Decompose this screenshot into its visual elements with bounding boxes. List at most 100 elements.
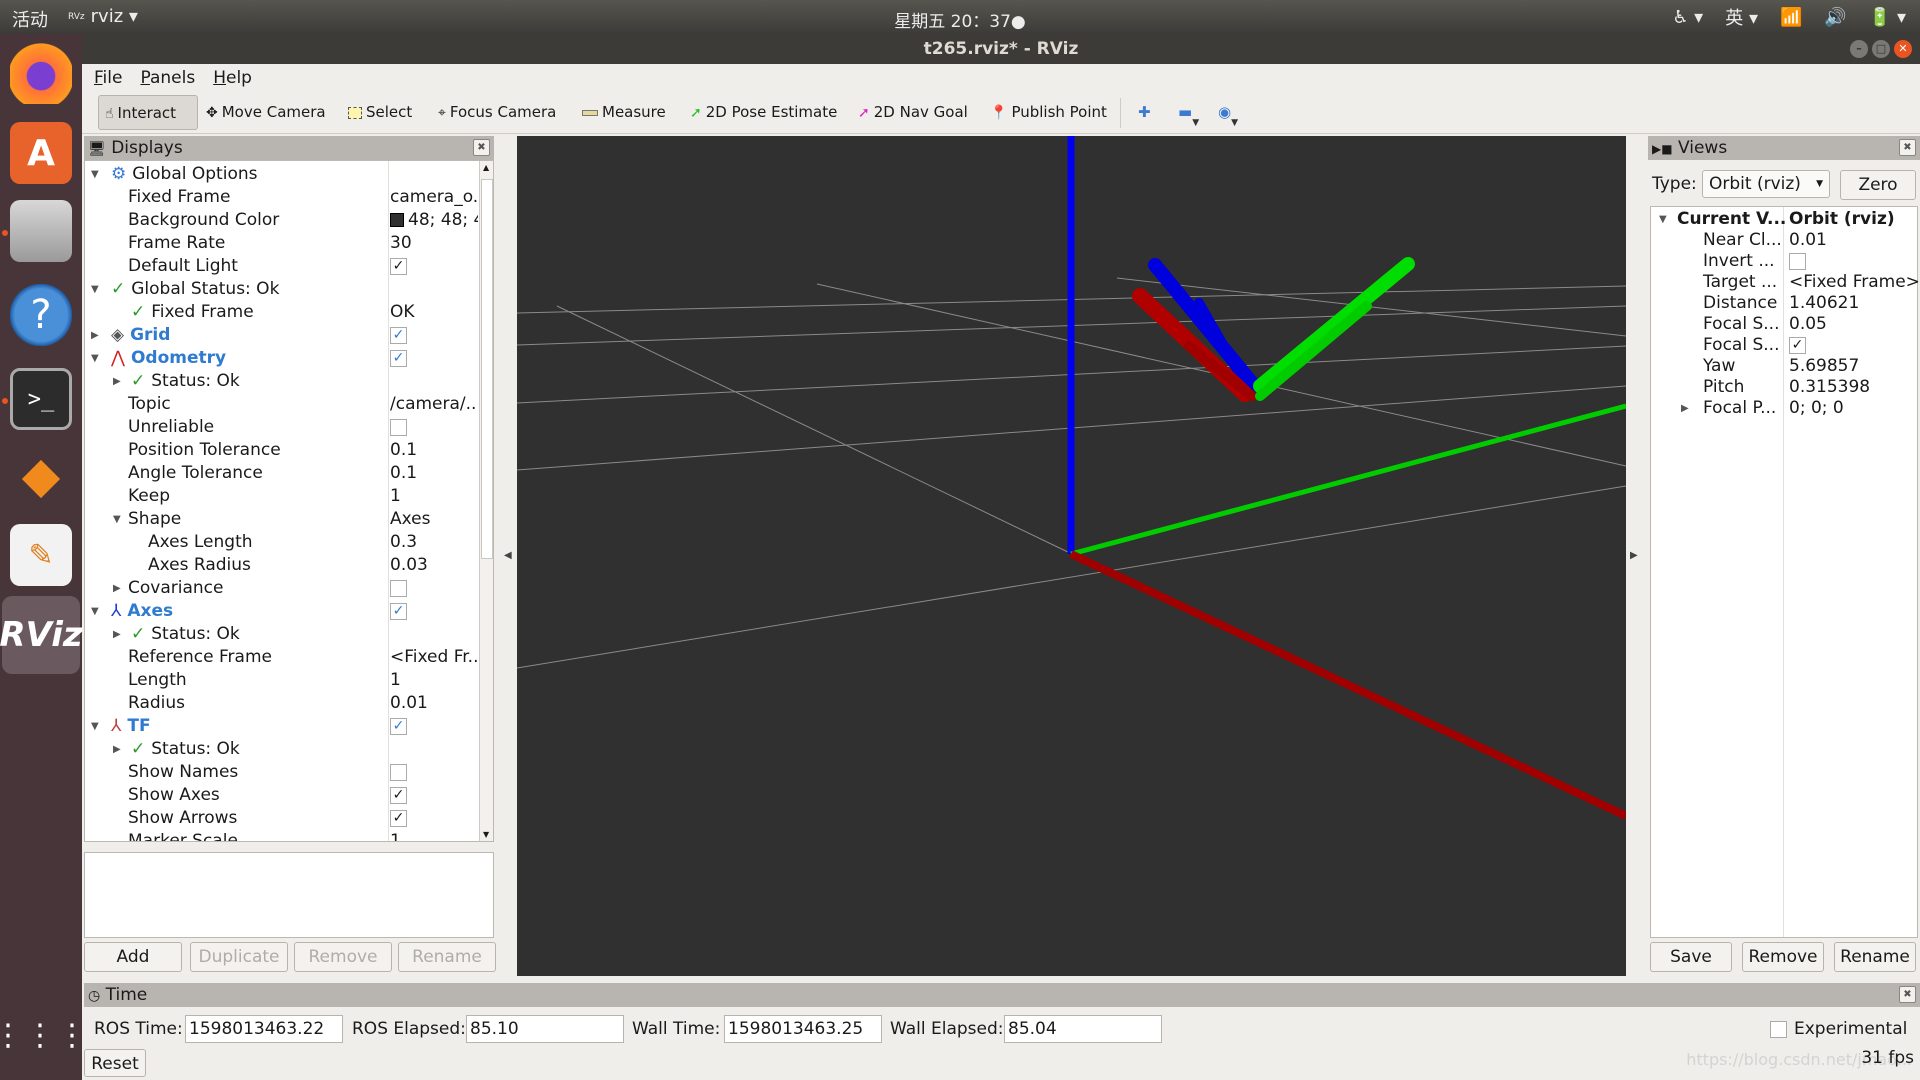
close-panel-button[interactable]: ✖	[473, 139, 490, 156]
view-type-select[interactable]: Orbit (rviz) ▼	[1702, 170, 1830, 198]
menu-panels[interactable]: Panels	[140, 68, 195, 88]
property-checkbox[interactable]	[390, 418, 407, 436]
add-display-button[interactable]: Add	[84, 942, 182, 972]
view-property-value[interactable]: 0.01	[1789, 230, 1827, 251]
view-property-value[interactable]: 0.05	[1789, 314, 1827, 335]
3d-viewport[interactable]	[517, 136, 1626, 976]
scroll-up-icon[interactable]: ▲	[483, 163, 489, 172]
collapse-arrow-icon[interactable]: ▼	[91, 163, 99, 186]
collapse-arrow-icon[interactable]: ▼	[113, 508, 121, 531]
display-row[interactable]: Unreliable	[85, 416, 479, 439]
display-row[interactable]: ▼ ⅄ Axes ✓	[85, 600, 479, 623]
display-row[interactable]: Radius 0.01	[85, 692, 479, 715]
maximize-button[interactable]: □	[1872, 40, 1890, 58]
wall-elapsed-field[interactable]: 85.04	[1004, 1015, 1162, 1043]
property-checkbox[interactable]: ✓	[390, 602, 407, 620]
experimental-checkbox[interactable]	[1770, 1021, 1787, 1038]
view-property-row[interactable]: Distance 1.40621	[1651, 293, 1917, 314]
display-row[interactable]: ▶ Covariance	[85, 577, 479, 600]
display-value[interactable]: 1	[390, 669, 478, 692]
tool-2d-pose-estimate[interactable]: ➚ 2D Pose Estimate	[684, 95, 843, 130]
view-property-row[interactable]: Pitch 0.315398	[1651, 377, 1917, 398]
display-value[interactable]: 30	[390, 232, 478, 255]
display-value[interactable]: 0.01	[390, 692, 478, 715]
tool-focus-camera[interactable]: ⌖ Focus Camera	[432, 95, 562, 130]
view-property-value[interactable]: 0; 0; 0	[1789, 398, 1844, 419]
display-row[interactable]: Position Tolerance 0.1	[85, 439, 479, 462]
menu-file[interactable]: File	[94, 68, 122, 88]
view-property-row[interactable]: Near Cl... 0.01	[1651, 230, 1917, 251]
display-row[interactable]: ▼ ⚙ Global Options	[85, 163, 479, 186]
display-value[interactable]: camera_o...	[390, 186, 478, 209]
property-checkbox[interactable]: ✓	[390, 809, 407, 827]
wifi-icon[interactable]: 📶	[1780, 7, 1802, 28]
display-row[interactable]: Topic/camera/...	[85, 393, 479, 416]
view-property-row[interactable]: Yaw 5.69857	[1651, 356, 1917, 377]
display-row[interactable]: Show Names	[85, 761, 479, 784]
firefox-icon[interactable]	[10, 42, 72, 104]
text-editor-icon[interactable]: ✎	[10, 524, 72, 586]
view-property-row[interactable]: Invert ...	[1651, 251, 1917, 272]
display-value[interactable]: 48; 48; 48	[390, 209, 478, 232]
ros-elapsed-field[interactable]: 85.10	[466, 1015, 624, 1043]
scroll-down-icon[interactable]: ▼	[483, 830, 489, 839]
display-row[interactable]: Reference Frame <Fixed Fr...	[85, 646, 479, 669]
vertical-scrollbar[interactable]: ▲ ▼	[479, 161, 493, 841]
display-row[interactable]: ▼ ⋀ Odometry ✓	[85, 347, 479, 370]
view-property-row[interactable]: Focal S... 0.05	[1651, 314, 1917, 335]
show-apps-icon[interactable]: ⋮⋮⋮	[0, 1004, 87, 1066]
display-value[interactable]: OK	[390, 301, 478, 324]
display-row[interactable]: Default Light ✓	[85, 255, 479, 278]
tool-publish-point[interactable]: 📍 Publish Point	[984, 95, 1113, 130]
zero-button[interactable]: Zero	[1840, 170, 1916, 200]
accessibility-icon[interactable]: ♿ ▾	[1672, 7, 1703, 28]
tool-interact[interactable]: ☝ Interact	[98, 95, 198, 130]
tool-properties-button[interactable]: ◉▼	[1212, 95, 1244, 130]
software-center-icon[interactable]: A	[10, 122, 72, 184]
current-view-row[interactable]: ▼ Current V... Orbit (rviz)	[1651, 209, 1917, 230]
display-row[interactable]: ▶ ✓ Status: Ok	[85, 370, 479, 393]
close-panel-button[interactable]: ✖	[1899, 139, 1916, 156]
display-row[interactable]: Show Arrows ✓	[85, 807, 479, 830]
expand-arrow-icon[interactable]: ▶	[113, 370, 121, 393]
close-panel-button[interactable]: ✖	[1899, 986, 1916, 1003]
remove-tool-button[interactable]: ▬▼	[1172, 95, 1205, 130]
property-checkbox[interactable]: ✓	[390, 717, 407, 735]
property-checkbox[interactable]	[1789, 252, 1806, 270]
expand-arrow-icon[interactable]: ▶	[113, 577, 121, 600]
expand-arrow-icon[interactable]: ▼	[1659, 209, 1667, 230]
minimize-button[interactable]: –	[1850, 40, 1868, 58]
view-property-value[interactable]: <Fixed Frame>	[1789, 272, 1920, 293]
app-menu[interactable]: RVz rviz ▾	[68, 6, 138, 27]
display-row[interactable]: Background Color 48; 48; 48	[85, 209, 479, 232]
tool-select[interactable]: Select	[342, 95, 418, 130]
menu-help[interactable]: Help	[213, 68, 252, 88]
input-method[interactable]: 英 ▾	[1725, 4, 1758, 30]
save-view-button[interactable]: Save	[1650, 942, 1732, 972]
close-button[interactable]: ✕	[1894, 40, 1912, 58]
rename-view-button[interactable]: Rename	[1834, 942, 1916, 972]
display-row[interactable]: ▼ Shape Axes	[85, 508, 479, 531]
display-value[interactable]: /camera/...	[390, 393, 478, 416]
battery-icon[interactable]: 🔋 ▾	[1869, 7, 1906, 28]
expand-arrow-icon[interactable]: ▶	[91, 324, 99, 347]
property-checkbox[interactable]	[390, 763, 407, 781]
property-checkbox[interactable]: ✓	[390, 326, 407, 344]
view-property-value[interactable]: 5.69857	[1789, 356, 1859, 377]
files-icon[interactable]	[10, 200, 72, 262]
property-checkbox[interactable]: ✓	[390, 257, 407, 275]
property-checkbox[interactable]: ✓	[1789, 336, 1806, 354]
rviz-dock-icon[interactable]: RViz	[0, 596, 83, 674]
volume-icon[interactable]: 🔊	[1824, 7, 1846, 28]
rename-display-button[interactable]: Rename	[398, 942, 496, 972]
display-row[interactable]: ▼ ⅄ TF ✓	[85, 715, 479, 738]
ros-time-field[interactable]: 1598013463.22	[185, 1015, 343, 1043]
tool-measure[interactable]: Measure	[576, 95, 672, 130]
display-value[interactable]: 0.3	[390, 531, 478, 554]
package-icon[interactable]: ◆	[10, 444, 72, 506]
display-value[interactable]: 1	[390, 830, 478, 841]
collapse-arrow-icon[interactable]: ▼	[91, 278, 99, 301]
display-row[interactable]: Keep 1	[85, 485, 479, 508]
view-property-value[interactable]: 0.315398	[1789, 377, 1870, 398]
duplicate-display-button[interactable]: Duplicate	[190, 942, 288, 972]
